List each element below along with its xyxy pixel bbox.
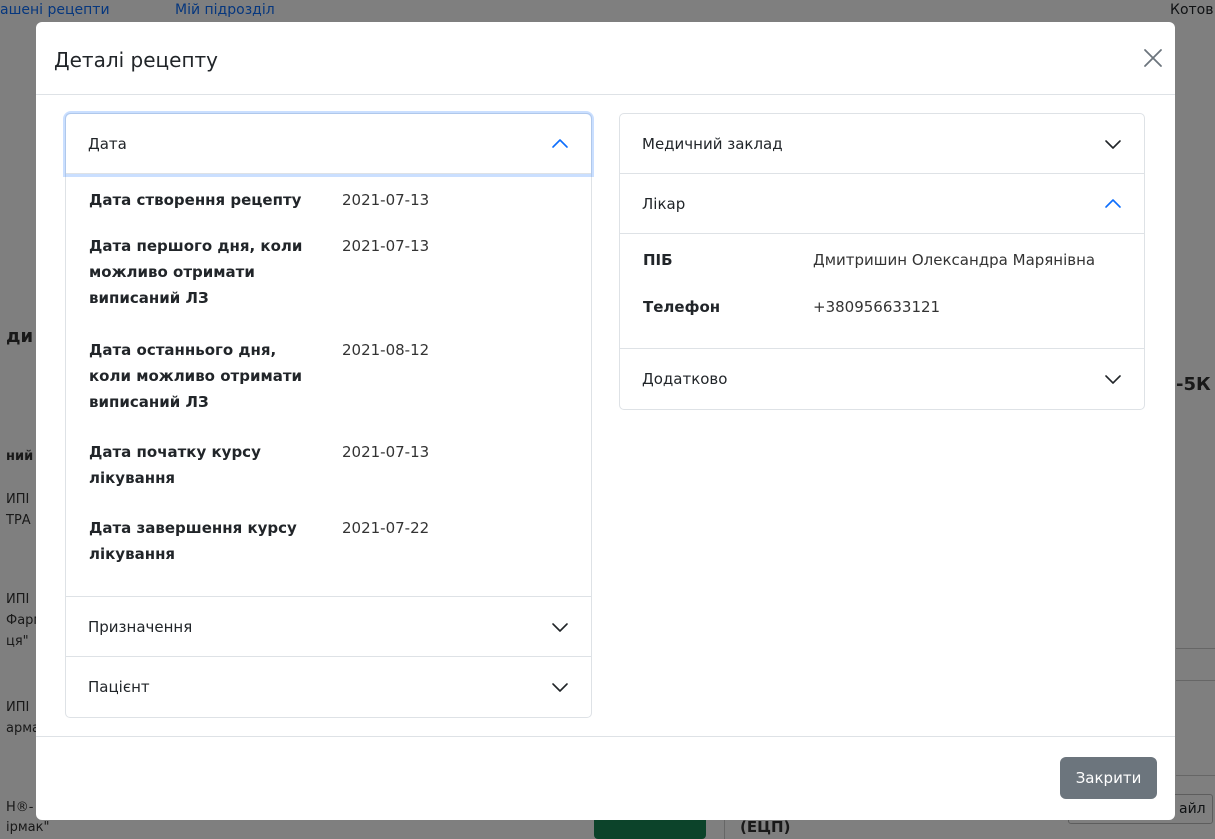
- date-row-value: 2021-08-12: [342, 341, 430, 359]
- accordion-header-facility[interactable]: Медичний заклад: [620, 114, 1144, 174]
- accordion-header-label: Медичний заклад: [642, 134, 783, 153]
- accordion-header-label: Призначення: [88, 617, 193, 636]
- modal-title: Деталі рецепту: [54, 48, 219, 72]
- modal-body: Дата Дата створення рецепту 2021-07-13 Д…: [36, 95, 1175, 737]
- date-row-value: 2021-07-13: [342, 191, 430, 209]
- accordion-header-patient[interactable]: Пацієнт: [66, 657, 591, 717]
- date-row-value: 2021-07-13: [342, 443, 430, 461]
- chevron-up-icon: [551, 135, 569, 153]
- chevron-down-icon: [551, 678, 569, 696]
- date-row-label: Дата створення рецепту: [89, 191, 302, 209]
- doctor-row-value: +380956633121: [813, 298, 941, 316]
- close-icon[interactable]: [1139, 44, 1167, 72]
- accordion-header-label: Дата: [88, 134, 127, 153]
- date-row-label: Дата останнього дня, коли можливо отрима…: [89, 341, 303, 411]
- doctor-row-label: Телефон: [643, 298, 721, 316]
- accordion-header-date[interactable]: Дата: [66, 114, 591, 174]
- accordion-header-prescription[interactable]: Призначення: [66, 597, 591, 657]
- accordion-body-doctor: ПІБ Дмитришин Олександра Марянівна Телеф…: [620, 234, 1144, 349]
- doctor-row-label: ПІБ: [643, 251, 673, 269]
- accordion-left: Дата Дата створення рецепту 2021-07-13 Д…: [65, 113, 592, 718]
- date-row-label: Дата першого дня, коли можливо отримати …: [89, 237, 303, 307]
- accordion-header-label: Лікар: [642, 194, 686, 213]
- close-button[interactable]: Закрити: [1060, 757, 1157, 799]
- accordion-right: Медичний заклад Лікар ПІБ Дмитришин Олек…: [619, 113, 1145, 410]
- accordion-header-extra[interactable]: Додатково: [620, 349, 1144, 409]
- date-row-label: Дата завершення курсу лікування: [89, 519, 297, 563]
- chevron-down-icon: [1104, 135, 1122, 153]
- date-row-value: 2021-07-22: [342, 519, 430, 537]
- accordion-header-doctor[interactable]: Лікар: [620, 174, 1144, 234]
- chevron-down-icon: [551, 618, 569, 636]
- date-row-label: Дата початку курсу лікування: [89, 443, 261, 487]
- chevron-up-icon: [1104, 195, 1122, 213]
- accordion-body-date: Дата створення рецепту 2021-07-13 Дата п…: [66, 174, 591, 597]
- modal-footer: Закрити: [36, 736, 1175, 820]
- accordion-header-label: Пацієнт: [88, 678, 150, 696]
- doctor-row-value: Дмитришин Олександра Марянівна: [813, 251, 1096, 269]
- accordion-header-label: Додатково: [642, 370, 728, 388]
- modal-header: Деталі рецепту: [36, 22, 1175, 95]
- prescription-details-modal: Деталі рецепту Дата Дата створення рецеп…: [36, 22, 1175, 820]
- chevron-down-icon: [1104, 370, 1122, 388]
- date-row-value: 2021-07-13: [342, 237, 430, 255]
